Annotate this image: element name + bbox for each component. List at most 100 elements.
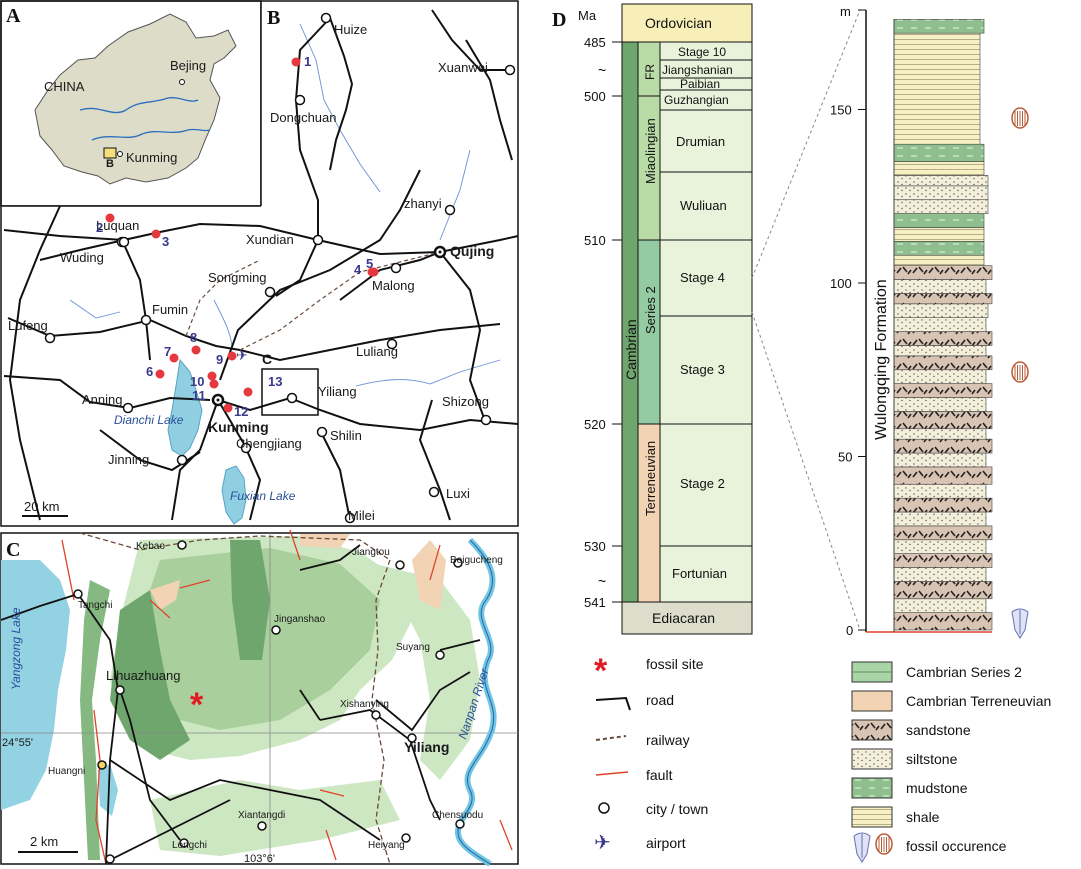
city-marker-songming	[264, 286, 276, 298]
fossil-site-star-icon: *	[190, 686, 204, 724]
column-tick-label-100: 100	[830, 276, 852, 291]
town-label-xishanying: Xishanying	[340, 699, 389, 710]
layer-sand	[893, 411, 993, 430]
city-marker-dongchuan	[294, 94, 306, 106]
column-legend: Cambrian Series 2 Cambrian Terreneuvian sa…	[851, 661, 1051, 863]
layer-silt	[893, 175, 989, 187]
map-legend-label-fault: fault	[646, 767, 673, 783]
city-label-malong: Malong	[372, 278, 415, 293]
fossil-site-dot-10	[207, 371, 217, 381]
city-label-xuanwei: Xuanwei	[438, 60, 488, 75]
town-label-kebao: Kebao	[136, 541, 165, 552]
series-label-3: Terreneuvian	[643, 441, 658, 516]
legend-label-fossil: fossil occurence	[906, 838, 1007, 854]
town-label-jiangtou: Jiangtou	[352, 547, 390, 558]
layer-shale	[893, 254, 985, 266]
city-marker-huize	[320, 12, 332, 24]
label-cambrian: Cambrian	[623, 319, 639, 380]
site-number-12: 12	[234, 404, 248, 419]
legend-label-mudstone: mudstone	[906, 780, 968, 796]
layer-sand	[893, 553, 993, 568]
town-marker-suyang	[435, 650, 445, 660]
town-label-suyang: Suyang	[396, 642, 430, 653]
city-marker-xundian	[312, 234, 324, 246]
formation-label: Wulongqing Formation	[873, 279, 890, 440]
site-number-11: 11	[192, 388, 206, 403]
city-label-yiliang: Yiliang	[318, 384, 357, 399]
layer-silt	[893, 397, 987, 412]
panel-d: D Ma Ordovician Ediacaran Stage 10 Jiangsha…	[552, 3, 1051, 863]
legend-swatch-terreneuvian	[851, 690, 893, 712]
layer-sand	[893, 355, 993, 371]
connector-top	[751, 9, 861, 279]
site-number-4: 4	[354, 262, 362, 277]
map-legend-label-city: city / town	[646, 801, 708, 817]
town-label-yiliang: Yiliang	[404, 739, 449, 755]
city-label-shilin: Shilin	[330, 428, 362, 443]
city-label-anning: Anning	[82, 392, 122, 407]
city-marker-jinning	[176, 454, 188, 466]
map-legend-label-fossil_site: fossil site	[646, 656, 704, 672]
layer-shale	[893, 32, 981, 145]
age-label-500: 500	[584, 89, 606, 104]
legend-label-terreneuvian: Cambrian Terreneuvian	[906, 693, 1051, 709]
city-label-dongchuan: Dongchuan	[270, 110, 337, 125]
city-label-jinning: Jinning	[108, 452, 149, 467]
town-marker-jinganshao	[271, 625, 281, 635]
legend-railway-line	[595, 735, 627, 741]
stage-label-3: Guzhangian	[664, 93, 729, 107]
city-marker-shilin	[316, 426, 328, 438]
age-label-520: 520	[584, 417, 606, 432]
fossil-site-dot-6	[155, 369, 165, 379]
ma-unit: Ma	[578, 8, 597, 23]
series-label-0: FR	[643, 64, 657, 80]
town-label-beigucheng: Beigucheng	[450, 555, 503, 566]
town-marker-xiantangdi	[257, 821, 267, 831]
layer-silt	[893, 567, 987, 582]
layer-sand	[893, 383, 993, 398]
city-label-songming: Songming	[208, 270, 267, 285]
site-number-9: 9	[216, 352, 223, 367]
age-label-510: 510	[584, 233, 606, 248]
map-legend-label-airport: airport	[646, 835, 686, 851]
column-tick-label-0: 0	[846, 623, 853, 638]
city-core-kunming	[216, 398, 220, 402]
legend-label-siltstone: siltstone	[906, 751, 958, 767]
panel-c: Kebao Jiangtou Beigucheng Tangchi Jinganshao…	[0, 529, 519, 867]
stage-label-6: Stage 4	[680, 270, 725, 285]
city-label-milei: Milei	[348, 508, 375, 523]
layer-sand	[893, 438, 993, 454]
label-box-b: B	[106, 158, 114, 170]
label-lon: 103°6'	[244, 853, 275, 865]
connector-bottom	[751, 311, 861, 631]
layer-mud	[893, 143, 985, 162]
city-marker-luxi	[428, 486, 440, 498]
layer-sand	[893, 466, 993, 485]
town-label-lihuazhuang: Lihuazhuang	[106, 668, 180, 683]
town-marker-kebao	[177, 540, 187, 550]
city-marker-yiliang	[286, 392, 298, 404]
layer-silt	[893, 511, 987, 527]
panel-label-d: D	[552, 9, 566, 31]
town-label-xiantangdi: Xiantangdi	[238, 810, 285, 821]
layer-silt	[893, 185, 989, 201]
legend-label-sandstone: sandstone	[906, 722, 971, 738]
city-label-xundian: Xundian	[246, 232, 294, 247]
label-lat: 24°55'	[2, 737, 33, 749]
site-number-2: 2	[96, 220, 103, 235]
panel-label-b: B	[267, 7, 280, 29]
city-label-fumin: Fumin	[152, 302, 188, 317]
town-label-huangni: Huangni	[48, 766, 85, 777]
city-marker-shizong	[480, 414, 492, 426]
city-marker-anning	[122, 402, 134, 414]
city-label-lufeng: Lufeng	[8, 318, 48, 333]
fossil-site-dot-13	[243, 387, 253, 397]
break-mark-bottom: ~	[598, 573, 606, 589]
label-china: CHINA	[44, 79, 85, 94]
figure-canvas: A CHINA Bejing Kunming B 20 km B HuizeXu…	[0, 0, 1051, 867]
layer-sand	[893, 612, 993, 631]
city-label-zhanyi: zhanyi	[404, 196, 442, 211]
city-marker-malong	[390, 262, 402, 274]
legend-swatch-sandstone	[851, 719, 893, 741]
city-marker-wuding	[118, 236, 130, 248]
